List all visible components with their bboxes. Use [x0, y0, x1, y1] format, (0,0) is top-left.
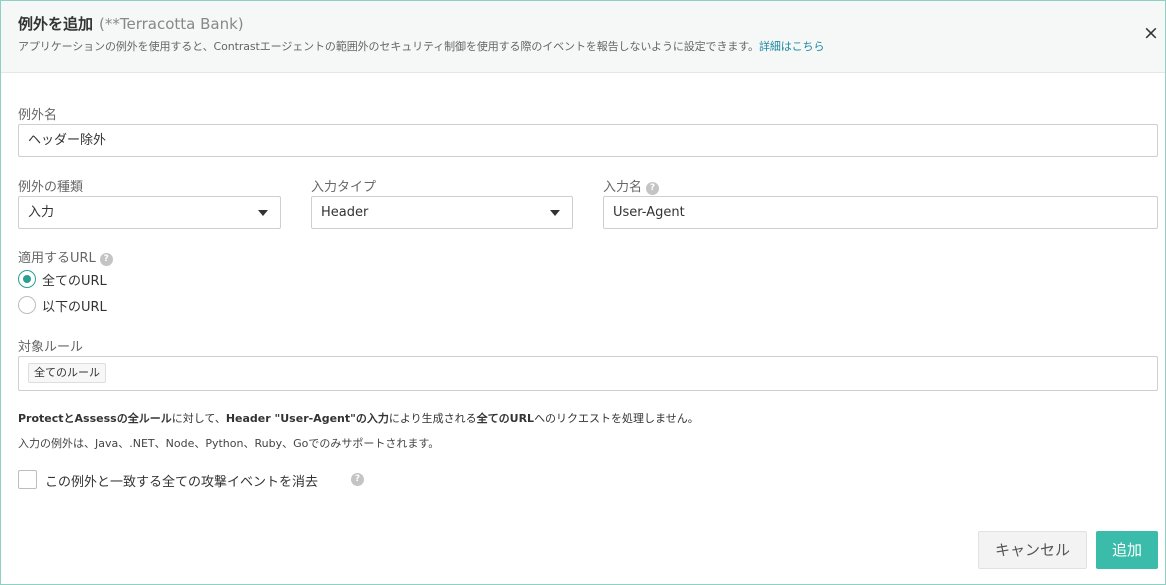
- exception-name-label: 例外名: [18, 108, 58, 123]
- summary-text: へのリクエストを処理しません。: [534, 412, 699, 425]
- close-icon[interactable]: ×: [1143, 23, 1159, 43]
- exception-name-input[interactable]: ヘッダー除外: [18, 124, 1158, 157]
- target-rules-label: 対象ルール: [18, 340, 84, 355]
- radio-button-checked[interactable]: [18, 270, 36, 288]
- help-icon[interactable]: ?: [99, 253, 113, 266]
- applicable-url-label: 適用するURL?: [18, 247, 113, 266]
- application-name: (**Terracotta Bank): [99, 15, 244, 33]
- add-exception-dialog: 例外を追加 (**Terracotta Bank) アプリケーションの例外を使用す…: [0, 0, 1166, 585]
- summary-text: に対して、: [171, 412, 226, 425]
- summary-rules: ProtectとAssessの全ルール: [18, 412, 172, 425]
- help-icon[interactable]: ?: [351, 473, 364, 486]
- purge-events-label: この例外と一致する全ての攻撃イベントを消去: [45, 475, 319, 490]
- exception-summary: ProtectとAssessの全ルールに対して、Header "User-Age…: [18, 410, 699, 426]
- summary-input: Header "User-Agent"の入力: [225, 412, 389, 425]
- dialog-header: 例外を追加 (**Terracotta Bank) アプリケーションの例外を使用す…: [1, 1, 1165, 73]
- applicable-url-label-text: 適用するURL: [18, 251, 96, 266]
- add-button[interactable]: 追加: [1096, 531, 1158, 569]
- summary-urls: 全てのURL: [476, 412, 535, 425]
- caret-down-icon: [550, 210, 560, 216]
- rule-tag[interactable]: 全てのルール: [28, 363, 106, 383]
- caret-down-icon: [258, 210, 268, 216]
- help-icon[interactable]: ?: [646, 182, 660, 195]
- summary-text: により生成される: [388, 412, 477, 425]
- exception-type-value: 入力: [28, 205, 55, 220]
- radio-following-urls-label: 以下のURL: [42, 300, 107, 315]
- input-type-select[interactable]: Header: [311, 196, 573, 229]
- input-type-value: Header: [321, 205, 369, 220]
- dialog-title-text: 例外を追加: [18, 15, 94, 33]
- radio-button[interactable]: [18, 296, 36, 314]
- description-text: アプリケーションの例外を使用すると、Contrastエージェントの範囲外のセキュ…: [18, 40, 759, 53]
- dialog-title: 例外を追加 (**Terracotta Bank): [18, 13, 244, 34]
- supported-languages-note: 入力の例外は、Java、.NET、Node、Python、Ruby、Goでのみサ…: [18, 437, 440, 450]
- input-name-label: 入力名?: [603, 176, 660, 195]
- cancel-button[interactable]: キャンセル: [978, 531, 1087, 569]
- exception-type-select[interactable]: 入力: [18, 196, 281, 229]
- details-link[interactable]: 詳細はこちら: [759, 40, 825, 53]
- dialog-description: アプリケーションの例外を使用すると、Contrastエージェントの範囲外のセキュ…: [18, 38, 824, 54]
- target-rules-input[interactable]: 全てのルール: [18, 356, 1158, 391]
- input-type-label: 入力タイプ: [311, 180, 377, 195]
- purge-events-checkbox[interactable]: [18, 470, 37, 489]
- input-name-field[interactable]: User-Agent: [603, 196, 1158, 229]
- input-name-label-text: 入力名: [603, 180, 643, 195]
- radio-all-urls-label: 全てのURL: [42, 274, 107, 289]
- exception-type-label: 例外の種類: [18, 180, 84, 195]
